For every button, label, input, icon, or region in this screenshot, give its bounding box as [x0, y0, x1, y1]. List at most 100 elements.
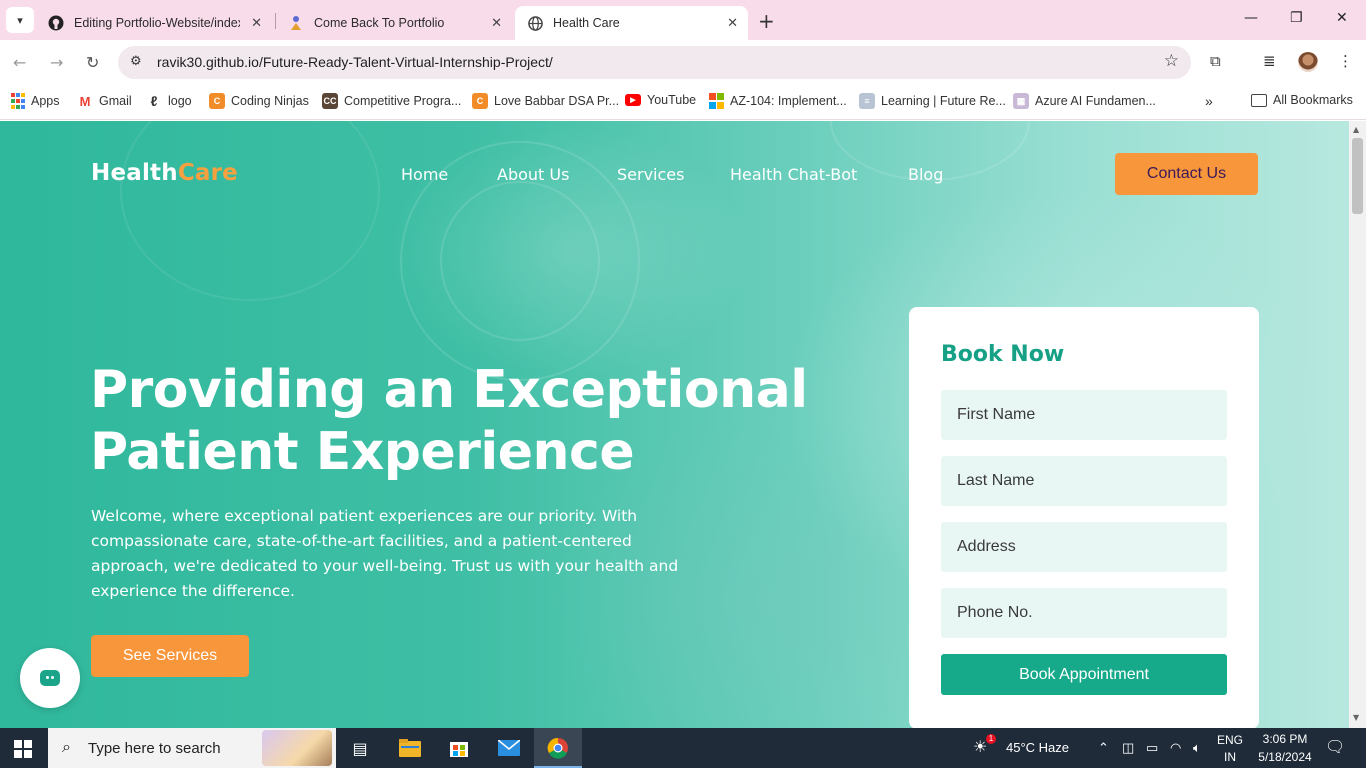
bookmark-azure-ai[interactable]: ▦ Azure AI Fundamen...: [1013, 93, 1156, 109]
nav-health-chatbot[interactable]: Health Chat-Bot: [730, 165, 857, 184]
tab-health-care[interactable]: Health Care ✕: [515, 6, 748, 40]
close-icon[interactable]: ✕: [251, 15, 262, 31]
bookmark-label: Learning | Future Re...: [881, 94, 1006, 108]
address-input[interactable]: [941, 522, 1227, 572]
bookmarks-bar: Apps M Gmail ℓ logo C Coding Ninjas CC C…: [0, 86, 1366, 120]
nav-blog[interactable]: Blog: [908, 165, 943, 184]
weather-text[interactable]: 45°C Haze: [1006, 740, 1069, 755]
background-lamp-shape: [440, 181, 600, 341]
address-bar[interactable]: ⚙ ravik30.github.io/Future-Ready-Talent-…: [118, 46, 1191, 79]
phone-input[interactable]: [941, 588, 1227, 638]
search-icon: ⌕: [62, 737, 71, 756]
bookmark-coding-ninjas[interactable]: C Coding Ninjas: [209, 93, 309, 109]
close-icon[interactable]: ✕: [491, 15, 502, 31]
first-name-input[interactable]: [941, 390, 1227, 440]
volume-icon[interactable]: 🔈︎: [1193, 740, 1201, 756]
chevron-up-icon[interactable]: ⌃: [1098, 740, 1109, 756]
taskbar-search[interactable]: ⌕ Type here to search: [48, 728, 336, 768]
contact-us-button[interactable]: Contact Us: [1115, 153, 1258, 195]
tab-portfolio-editor[interactable]: Editing Portfolio-Website/index.h ✕: [36, 6, 272, 40]
battery-icon[interactable]: ▭: [1146, 740, 1158, 756]
book-appointment-button[interactable]: Book Appointment: [941, 654, 1227, 695]
bookmark-star-icon[interactable]: ☆: [1164, 51, 1179, 71]
back-icon[interactable]: ←: [13, 53, 26, 72]
page-scrollbar[interactable]: ▲ ▼: [1349, 121, 1366, 728]
bookmark-youtube[interactable]: ▶ YouTube: [625, 93, 696, 107]
see-services-button[interactable]: See Services: [91, 635, 249, 677]
meet-now-icon[interactable]: ◫: [1122, 740, 1134, 756]
wifi-icon[interactable]: ◠: [1170, 740, 1181, 756]
minimize-icon[interactable]: —: [1244, 10, 1258, 26]
menu-kebab-icon[interactable]: ⋮: [1338, 52, 1353, 70]
tab-search-button[interactable]: ▾: [6, 7, 34, 33]
media-control-icon[interactable]: ≣: [1263, 52, 1276, 70]
globe-icon: [527, 15, 543, 31]
bookmark-learning[interactable]: ≡ Learning | Future Re...: [859, 93, 1006, 109]
windows-taskbar: ⌕ Type here to search ▤ ☀ 1 45°C Haze ⌃ …: [0, 728, 1366, 768]
bookmark-label: Apps: [31, 94, 60, 108]
profile-avatar[interactable]: [1298, 52, 1318, 72]
bookmarks-overflow-icon[interactable]: »: [1205, 93, 1213, 109]
taskbar-search-text: Type here to search: [88, 740, 221, 757]
chat-bubble-icon: [40, 670, 60, 686]
coding-ninjas-icon: C: [472, 93, 488, 109]
clock-date[interactable]: 5/18/2024: [1250, 750, 1320, 764]
task-view-icon[interactable]: ▤: [348, 736, 372, 760]
bookmark-gmail[interactable]: M Gmail: [77, 93, 132, 109]
bookmark-label: Azure AI Fundamen...: [1035, 94, 1156, 108]
site-logo[interactable]: HealthCare: [91, 160, 238, 186]
bookmark-az104[interactable]: AZ-104: Implement...: [709, 93, 847, 109]
microsoft-icon: [709, 93, 724, 109]
notification-icon[interactable]: 🗨︎: [1325, 737, 1345, 757]
new-tab-icon[interactable]: +: [758, 9, 775, 33]
bookmark-label: Love Babbar DSA Pr...: [494, 94, 620, 108]
microsoft-store-icon[interactable]: [447, 736, 471, 760]
chrome-taskbar-button[interactable]: [534, 728, 582, 768]
chrome-icon: [546, 736, 570, 760]
bookmark-label: AZ-104: Implement...: [730, 94, 847, 108]
bookmark-competitive[interactable]: CC Competitive Progra...: [322, 93, 461, 109]
nav-about-us[interactable]: About Us: [497, 165, 569, 184]
chat-bot-button[interactable]: [20, 648, 80, 708]
file-explorer-icon[interactable]: [398, 736, 422, 760]
tab-title: Come Back To Portfolio: [314, 16, 445, 30]
cc-icon: CC: [322, 93, 338, 109]
learning-icon: ≡: [859, 93, 875, 109]
mail-icon[interactable]: [497, 736, 521, 760]
bookmark-logo[interactable]: ℓ logo: [146, 93, 192, 109]
close-icon[interactable]: ✕: [727, 15, 738, 31]
booking-form: Book Now Book Appointment: [909, 307, 1259, 728]
bookmark-love-babbar[interactable]: C Love Babbar DSA Pr...: [472, 93, 619, 109]
logo-care-text: Care: [177, 160, 238, 186]
language-line-1[interactable]: ENG: [1214, 733, 1246, 747]
bookmark-label: YouTube: [647, 93, 697, 107]
extensions-icon[interactable]: ⧉: [1210, 52, 1221, 70]
restore-icon[interactable]: ❐: [1290, 10, 1303, 26]
hero-section: HealthCare Home About Us Services Health…: [0, 121, 1349, 728]
forward-icon[interactable]: →: [50, 53, 63, 72]
all-bookmarks[interactable]: All Bookmarks: [1251, 93, 1353, 107]
nav-home[interactable]: Home: [401, 165, 448, 184]
azure-icon: ▦: [1013, 93, 1029, 109]
github-icon: [48, 15, 64, 31]
clock-time[interactable]: 3:06 PM: [1250, 732, 1320, 746]
nav-services[interactable]: Services: [617, 165, 684, 184]
window-close-icon[interactable]: ✕: [1336, 10, 1348, 26]
background-lamp-shape: [120, 121, 380, 301]
tab-title: Health Care: [553, 16, 620, 30]
tab-come-back[interactable]: Come Back To Portfolio ✕: [276, 6, 512, 40]
person-icon: [288, 15, 304, 31]
url-text: ravik30.github.io/Future-Ready-Talent-Vi…: [157, 54, 553, 70]
bookmark-label: logo: [168, 94, 192, 108]
folder-icon: [1251, 93, 1267, 107]
language-line-2[interactable]: IN: [1214, 750, 1246, 764]
windows-start-icon[interactable]: [14, 740, 32, 758]
scroll-up-icon[interactable]: ▲: [1353, 125, 1359, 134]
site-info-icon[interactable]: ⚙: [130, 54, 142, 69]
scroll-down-icon[interactable]: ▼: [1353, 713, 1359, 722]
scrollbar-thumb[interactable]: [1352, 138, 1363, 214]
bookmark-apps[interactable]: Apps: [11, 93, 60, 109]
browser-tab-strip: ▾ Editing Portfolio-Website/index.h ✕ Co…: [0, 0, 1366, 40]
last-name-input[interactable]: [941, 456, 1227, 506]
reload-icon[interactable]: ↻: [86, 53, 99, 72]
